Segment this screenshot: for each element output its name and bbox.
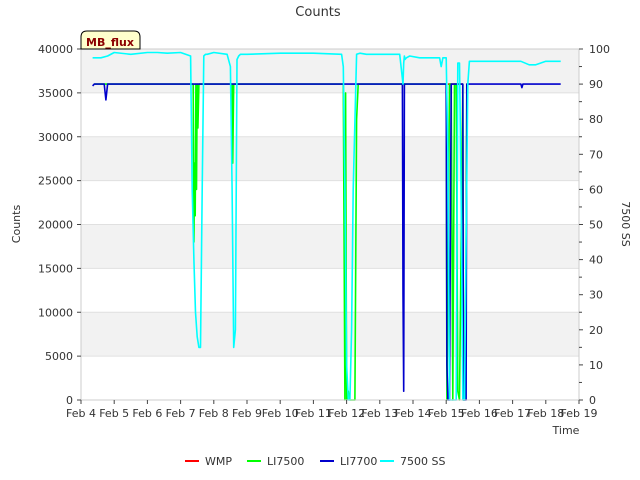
grid-band xyxy=(81,312,579,357)
y-tick-label: 20000 xyxy=(38,219,73,232)
annotation-text: MB_flux xyxy=(86,36,134,49)
chart-title: Counts xyxy=(295,5,341,20)
y-tick-label: 35000 xyxy=(38,87,73,100)
x-tick-label: Feb 9 xyxy=(232,407,262,420)
y2-tick-label: 30 xyxy=(589,289,603,302)
x-tick-label: Feb 10 xyxy=(262,407,299,420)
x-tick-label: Feb 14 xyxy=(395,407,432,420)
y-tick-label: 5000 xyxy=(45,350,73,363)
x-tick-label: Feb 8 xyxy=(199,407,229,420)
y-axis-label-right: 7500 SS xyxy=(619,201,632,246)
y-tick-label: 15000 xyxy=(38,262,73,275)
mb-flux-annotation: MB_flux xyxy=(80,30,141,50)
y-axis-right: 0 10 20 30 40 50 60 70 80 90 100 xyxy=(579,43,610,407)
counts-chart: Counts Feb 4 Feb 5 Feb 6 Feb 7 Feb 8 Feb 9 Feb… xyxy=(10,5,632,468)
x-tick-label: Feb 7 xyxy=(166,407,196,420)
x-tick-label: Feb 13 xyxy=(361,407,398,420)
y2-tick-label: 0 xyxy=(589,394,596,407)
y2-tick-label: 50 xyxy=(589,219,603,232)
x-axis-label: Time xyxy=(552,424,580,437)
x-axis: Feb 4 Feb 5 Feb 6 Feb 7 Feb 8 Feb 9 Feb 10Feb … xyxy=(66,400,597,420)
legend-label-li7700: LI7700 xyxy=(340,455,377,468)
y-axis-left: 0 5000 10000 15000 20000 25000 30000 35000 40000 xyxy=(38,43,81,407)
x-tick-label: Feb 16 xyxy=(461,407,498,420)
y-axis-label: Counts xyxy=(10,205,23,244)
x-tick-label: Feb 18 xyxy=(527,407,564,420)
grid-band xyxy=(81,224,579,269)
y-tick-label: 0 xyxy=(66,394,73,407)
y2-tick-label: 80 xyxy=(589,113,603,126)
legend-label-wmp: WMP xyxy=(205,455,232,468)
legend-label-li7500: LI7500 xyxy=(267,455,304,468)
legend: WMP LI7500 LI7700 7500 SS xyxy=(185,455,445,468)
y-tick-label: 30000 xyxy=(38,131,73,144)
x-tick-label: Feb 4 xyxy=(66,407,96,420)
x-tick-label: Feb 17 xyxy=(494,407,531,420)
legend-label-7500-ss: 7500 SS xyxy=(400,455,445,468)
x-tick-label: Feb 15 xyxy=(428,407,465,420)
y2-tick-label: 100 xyxy=(589,43,610,56)
grid-band xyxy=(81,136,579,181)
y2-tick-label: 70 xyxy=(589,148,603,161)
y2-tick-label: 60 xyxy=(589,183,603,196)
grid-band xyxy=(81,49,579,93)
y2-tick-label: 10 xyxy=(589,359,603,372)
y-tick-label: 25000 xyxy=(38,175,73,188)
grid-bands xyxy=(81,48,579,401)
x-tick-label: Feb 5 xyxy=(99,407,129,420)
y-tick-label: 40000 xyxy=(38,43,73,56)
x-tick-label: Feb 6 xyxy=(132,407,162,420)
y2-tick-label: 40 xyxy=(589,254,603,267)
x-tick-label: Feb 12 xyxy=(328,407,365,420)
y2-tick-label: 20 xyxy=(589,324,603,337)
x-tick-label: Feb 19 xyxy=(561,407,598,420)
y-tick-label: 10000 xyxy=(38,306,73,319)
y2-tick-label: 90 xyxy=(589,78,603,91)
x-tick-label: Feb 11 xyxy=(295,407,332,420)
